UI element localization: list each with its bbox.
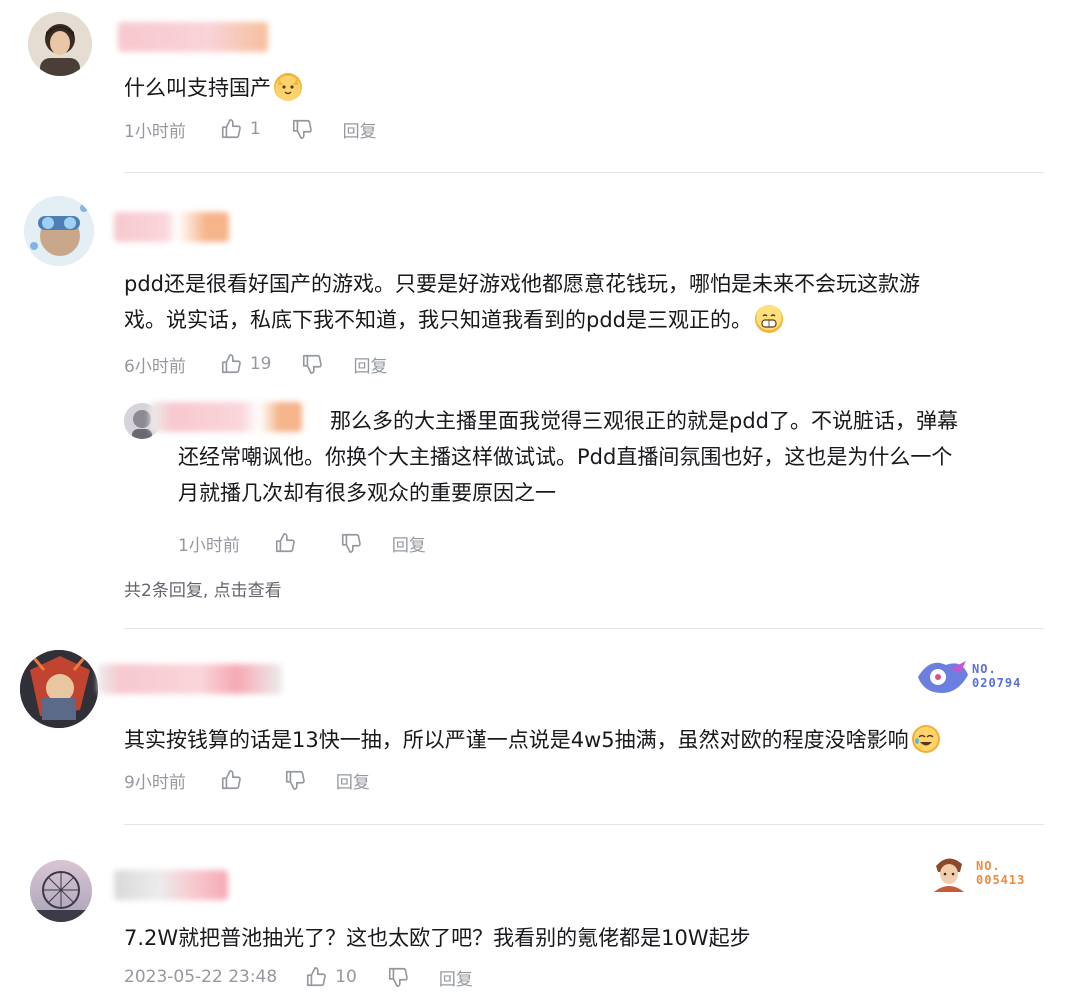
comment-text: 什么叫支持国产 bbox=[124, 70, 1044, 106]
laugh-cry-emoji bbox=[911, 725, 940, 753]
thumbs-up-icon bbox=[221, 354, 241, 374]
dislike-button[interactable] bbox=[340, 532, 362, 554]
like-button[interactable]: 10 bbox=[305, 966, 357, 988]
dislike-button[interactable] bbox=[387, 966, 409, 988]
thumbs-up-icon bbox=[221, 119, 241, 139]
divider bbox=[124, 628, 1044, 629]
like-count: 1 bbox=[249, 119, 261, 139]
badge-character-icon bbox=[934, 858, 964, 892]
username-blurred[interactable] bbox=[98, 664, 282, 694]
badge-number: NO. 020794 bbox=[972, 662, 1022, 690]
avatar-image bbox=[28, 12, 92, 76]
username-blurred[interactable] bbox=[118, 22, 268, 52]
dislike-button[interactable] bbox=[284, 769, 306, 791]
avatar[interactable] bbox=[28, 12, 92, 76]
like-button[interactable]: 1 bbox=[220, 118, 261, 140]
timestamp: 1小时前 bbox=[178, 535, 240, 556]
fan-badge[interactable]: NO. 005413 bbox=[928, 852, 1025, 894]
avatar[interactable] bbox=[20, 650, 98, 728]
avatar[interactable] bbox=[24, 196, 94, 266]
reply-button[interactable]: 回复 bbox=[353, 352, 387, 377]
avatar-image bbox=[30, 860, 92, 922]
grin-emoji bbox=[755, 305, 783, 333]
dislike-button[interactable] bbox=[301, 353, 323, 375]
view-more-replies-link[interactable]: 共2条回复, 点击查看 bbox=[124, 576, 282, 601]
fan-badge[interactable]: NO. 020794 bbox=[914, 655, 1021, 697]
like-button[interactable] bbox=[274, 532, 296, 554]
comment-text: 其实按钱算的话是13快一抽，所以严谨一点说是4w5抽满，虽然对欧的程度没啥影响 bbox=[124, 722, 1044, 758]
comment-meta: 2023-05-22 23:48 10 回复 bbox=[124, 962, 473, 992]
timestamp: 6小时前 bbox=[124, 356, 186, 377]
like-button[interactable]: 19 bbox=[220, 353, 272, 375]
sub-reply-meta: 1小时前 回复 bbox=[178, 528, 426, 558]
like-count: 19 bbox=[249, 354, 272, 374]
comment-text: 7.2W就把普池抽光了？这也太欧了吧？我看别的氪佬都是10W起步 bbox=[124, 926, 751, 950]
divider bbox=[124, 172, 1044, 173]
thumbs-down-icon bbox=[292, 119, 312, 139]
avatar[interactable] bbox=[30, 860, 92, 922]
thumbs-up-icon bbox=[221, 770, 241, 790]
thumbs-down-icon bbox=[285, 770, 305, 790]
like-count: 10 bbox=[335, 967, 357, 987]
divider bbox=[124, 824, 1044, 825]
thumbs-down-icon bbox=[303, 354, 323, 374]
reply-button[interactable]: 回复 bbox=[336, 768, 370, 793]
timestamp: 1小时前 bbox=[124, 121, 186, 142]
avatar-image bbox=[20, 650, 98, 728]
cat-face-emoji bbox=[274, 73, 302, 101]
thumbs-down-icon bbox=[341, 533, 361, 553]
badge-number: NO. 005413 bbox=[976, 859, 1026, 887]
timestamp: 9小时前 bbox=[124, 772, 186, 793]
reply-button[interactable]: 回复 bbox=[343, 117, 377, 142]
like-button[interactable] bbox=[220, 769, 242, 791]
reply-button[interactable]: 回复 bbox=[392, 531, 426, 556]
comment-meta: 6小时前 19 回复 bbox=[124, 349, 387, 379]
timestamp: 2023-05-22 23:48 bbox=[124, 967, 278, 987]
username-blurred[interactable] bbox=[114, 870, 228, 900]
thumbs-down-icon bbox=[388, 967, 408, 987]
thumbs-up-icon bbox=[307, 967, 327, 987]
comment-meta: 1小时前 1 回复 bbox=[124, 114, 377, 144]
username-blurred[interactable] bbox=[114, 212, 229, 242]
comment-text: pdd还是很看好国产的游戏。只要是好游戏他都愿意花钱玩，哪怕是未来不会玩这款游 … bbox=[124, 272, 920, 333]
dislike-button[interactable] bbox=[291, 118, 313, 140]
comment-meta: 9小时前 回复 bbox=[124, 765, 370, 795]
badge-character-icon bbox=[918, 661, 968, 693]
sub-reply-text: 那么多的大主播里面我觉得三观很正的就是pdd了。不说脏话，弹幕 还经常嘲讽他。你… bbox=[178, 409, 958, 505]
thumbs-up-icon bbox=[275, 533, 295, 553]
avatar-image bbox=[24, 196, 94, 266]
reply-button[interactable]: 回复 bbox=[439, 965, 473, 990]
